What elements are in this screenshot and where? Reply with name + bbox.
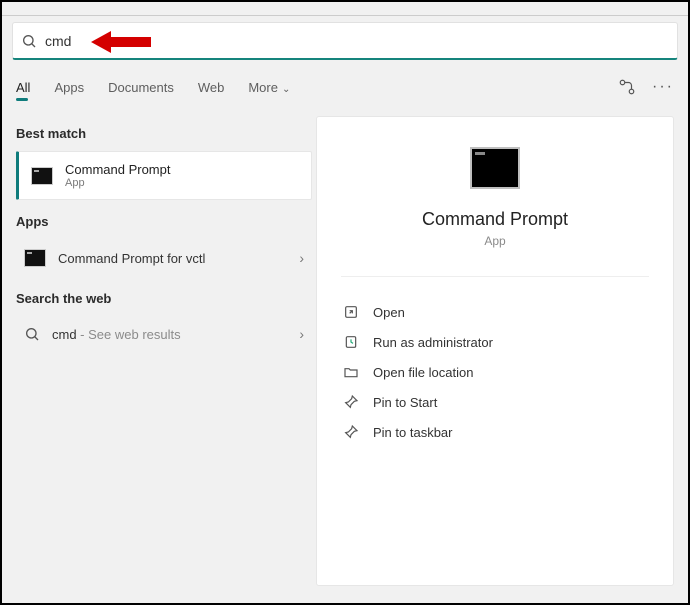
search-icon	[21, 33, 37, 49]
filter-tabs: All Apps Documents Web More⌄ ···	[2, 60, 688, 106]
action-label: Pin to Start	[373, 395, 437, 410]
tab-documents[interactable]: Documents	[108, 80, 174, 95]
action-label: Open file location	[373, 365, 473, 380]
preview-title: Command Prompt	[341, 209, 649, 230]
chevron-down-icon: ⌄	[282, 84, 290, 95]
tab-all[interactable]: All	[16, 80, 30, 95]
action-open[interactable]: Open	[341, 297, 649, 327]
pin-icon	[343, 394, 359, 410]
divider	[341, 276, 649, 277]
shield-icon	[343, 334, 359, 350]
action-pin-start[interactable]: Pin to Start	[341, 387, 649, 417]
preview-subtitle: App	[341, 234, 649, 248]
preview-pane: Command Prompt App Open Run as administr…	[316, 116, 674, 586]
action-label: Run as administrator	[373, 335, 493, 350]
best-match-subtitle: App	[65, 177, 170, 189]
flow-icon[interactable]	[618, 78, 636, 96]
tab-more[interactable]: More⌄	[248, 80, 290, 95]
results-pane: Best match Command Prompt App Apps Comma…	[2, 106, 312, 586]
search-web-heading: Search the web	[16, 291, 312, 306]
more-options-icon[interactable]: ···	[652, 78, 674, 96]
best-match-title: Command Prompt	[65, 162, 170, 177]
command-prompt-icon	[24, 249, 46, 267]
search-bar[interactable]	[12, 22, 678, 60]
apps-heading: Apps	[16, 214, 312, 229]
pin-icon	[343, 424, 359, 440]
window-titlebar	[2, 2, 688, 16]
tab-apps[interactable]: Apps	[54, 80, 84, 95]
chevron-right-icon: ›	[299, 326, 304, 342]
action-label: Pin to taskbar	[373, 425, 453, 440]
web-result[interactable]: cmd - See web results ›	[16, 316, 312, 352]
action-open-location[interactable]: Open file location	[341, 357, 649, 387]
app-result[interactable]: Command Prompt for vctl ›	[16, 239, 312, 277]
action-label: Open	[373, 305, 405, 320]
chevron-right-icon: ›	[299, 250, 304, 266]
action-run-admin[interactable]: Run as administrator	[341, 327, 649, 357]
web-result-label: cmd - See web results	[52, 327, 287, 342]
command-prompt-icon	[31, 167, 53, 185]
best-match-heading: Best match	[16, 126, 312, 141]
folder-icon	[343, 364, 359, 380]
tab-web[interactable]: Web	[198, 80, 225, 95]
action-pin-taskbar[interactable]: Pin to taskbar	[341, 417, 649, 447]
search-icon	[24, 326, 40, 342]
command-prompt-icon	[470, 147, 520, 189]
open-icon	[343, 304, 359, 320]
app-result-label: Command Prompt for vctl	[58, 251, 287, 266]
annotation-arrow	[91, 29, 151, 55]
best-match-result[interactable]: Command Prompt App	[16, 151, 312, 200]
